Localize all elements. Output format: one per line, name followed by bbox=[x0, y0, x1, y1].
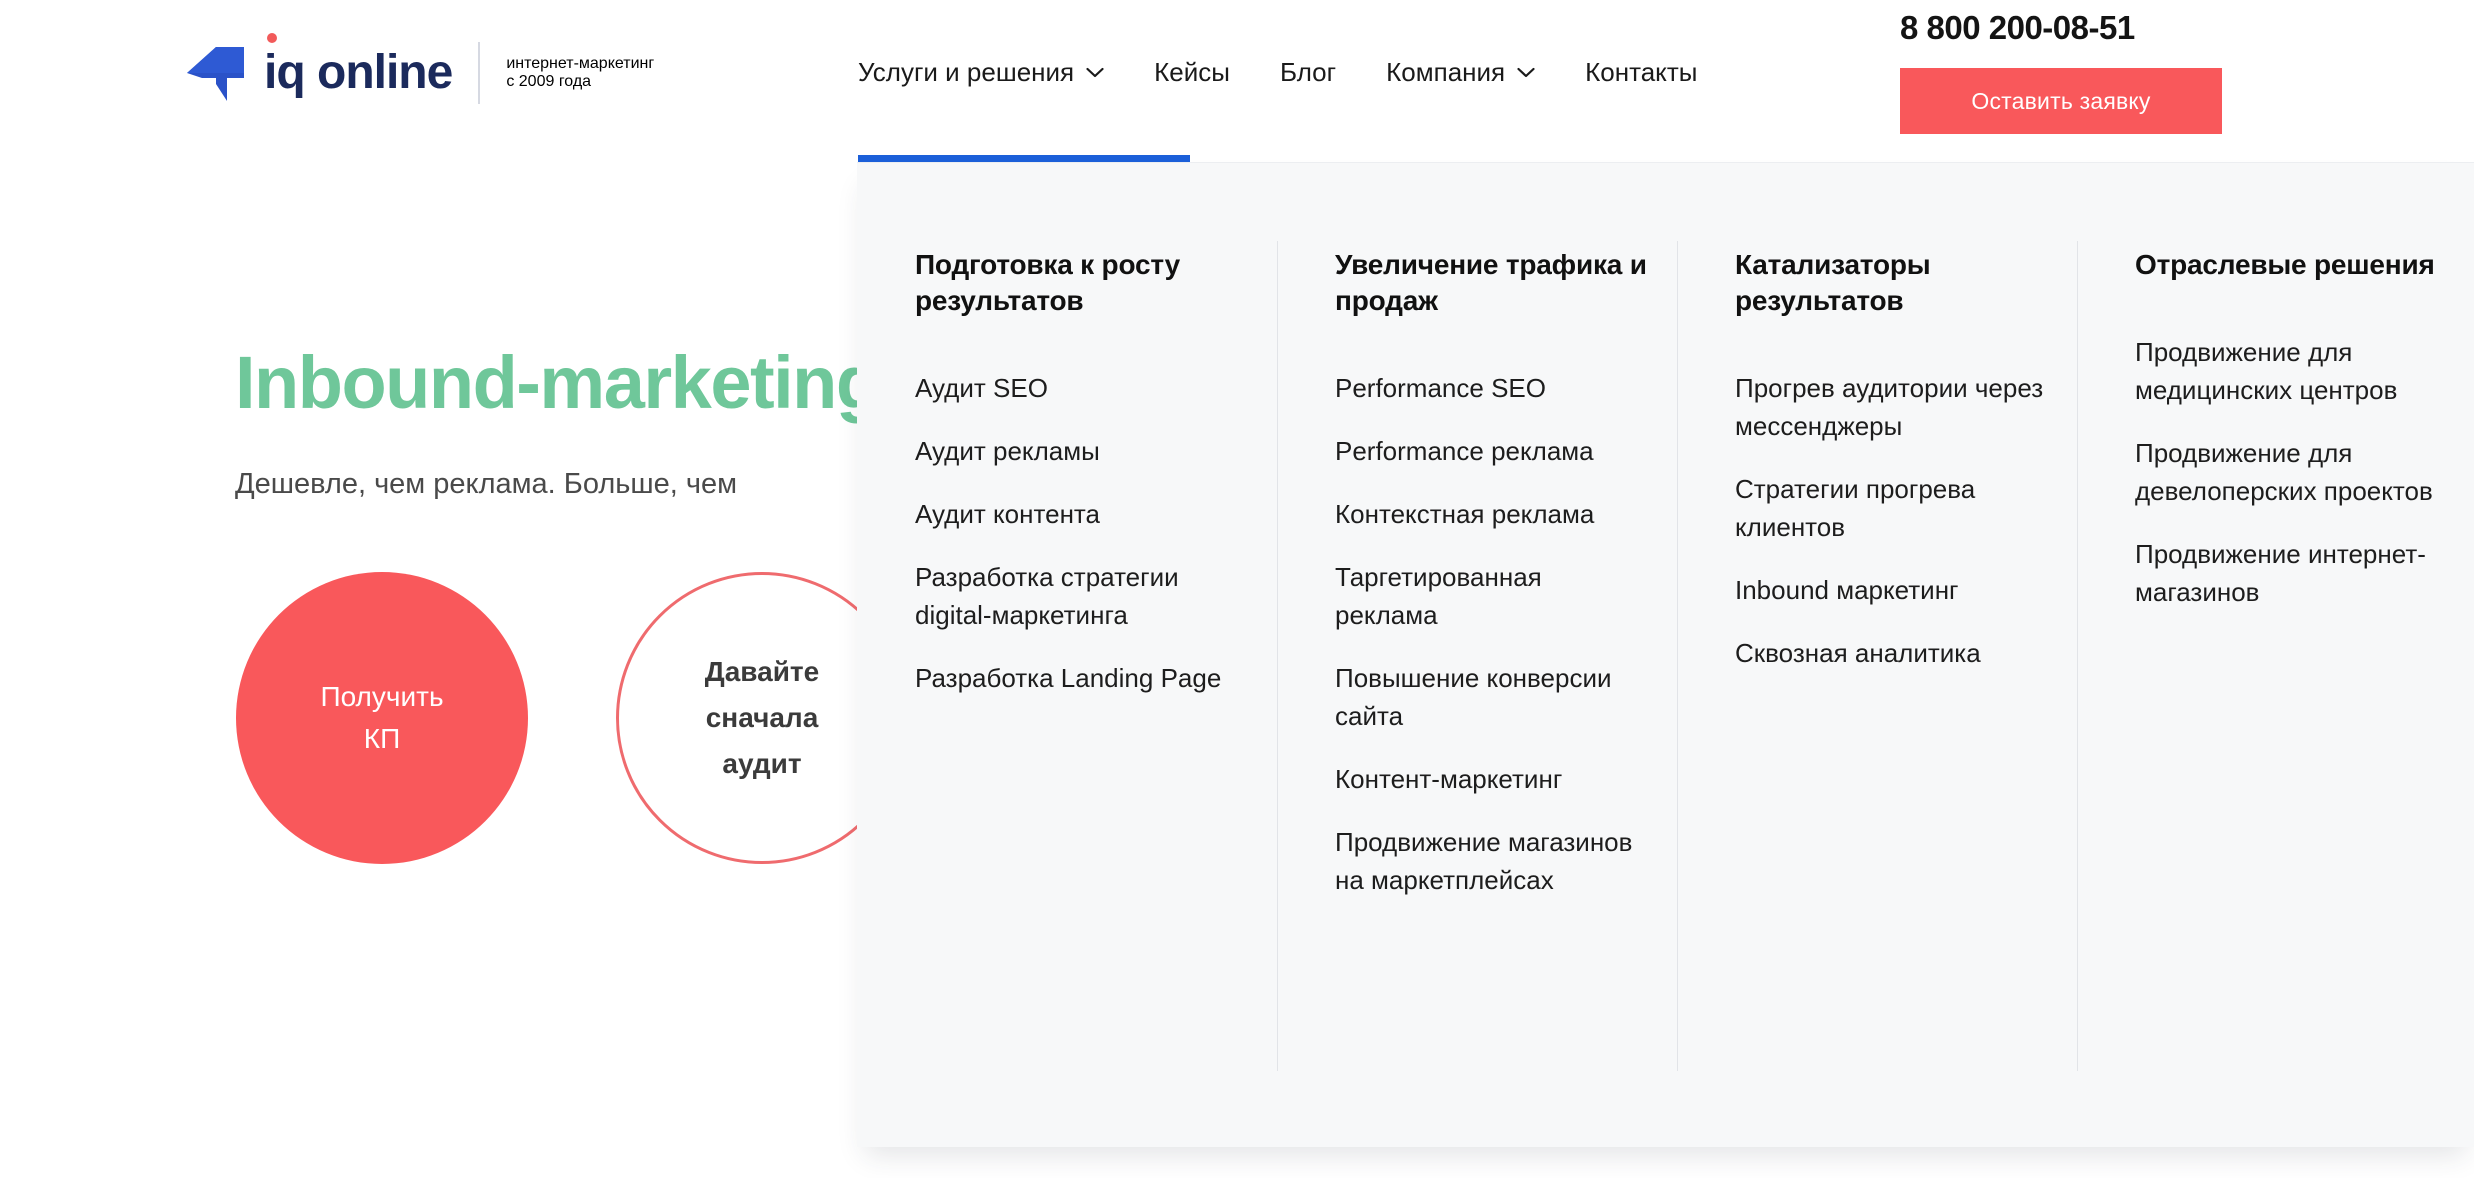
mega-link[interactable]: Повышение конверсии сайта bbox=[1335, 659, 1647, 735]
logo-wordmark: iq online bbox=[264, 33, 453, 99]
mega-link[interactable]: Продвижение для девелоперских проектов bbox=[2135, 434, 2444, 510]
mega-column-traffic: Увеличение трафика и продаж Performance … bbox=[1277, 163, 1677, 1148]
arrow-logo-icon bbox=[187, 47, 244, 101]
mega-column-catalysts: Катализаторы результатов Прогрев аудитор… bbox=[1677, 163, 2077, 1148]
logo-wordmark-text: iq online bbox=[264, 46, 453, 99]
mega-column-title: Отраслевые решения bbox=[2135, 249, 2435, 280]
main-navigation: Услуги и решения Кейсы Блог Компания Кон… bbox=[858, 56, 1747, 88]
mega-link[interactable]: Продвижение интернет-магазинов bbox=[2135, 535, 2444, 611]
header-contact-block: 8 800 200-08-51 Оставить заявку bbox=[1900, 8, 2222, 134]
nav-item-blog-label: Блог bbox=[1279, 57, 1337, 87]
site-logo[interactable]: iq online интернет-маркетинг с 2009 года bbox=[186, 33, 654, 110]
logo-dot-icon bbox=[267, 33, 277, 43]
mega-link[interactable]: Таргетированная реклама bbox=[1335, 558, 1647, 634]
nav-active-indicator bbox=[858, 155, 1190, 162]
nav-item-contacts-label: Контакты bbox=[1585, 57, 1698, 87]
mega-column-links: Прогрев аудитории через мессенджеры Стра… bbox=[1735, 369, 2047, 672]
logo-tagline-line2: с 2009 года bbox=[506, 73, 592, 90]
nav-item-company[interactable]: Компания bbox=[1386, 56, 1535, 88]
mega-column-links: Продвижение для медицинских центров Прод… bbox=[2135, 333, 2444, 611]
mega-column-title: Подготовка к росту результатов bbox=[915, 249, 1180, 316]
hero-title: Inbound-marketing bbox=[235, 341, 881, 424]
mega-column-title: Увеличение трафика и продаж bbox=[1335, 249, 1647, 316]
mega-link[interactable]: Контент-маркетинг bbox=[1335, 760, 1647, 798]
mega-column-links: Аудит SEO Аудит рекламы Аудит контента Р… bbox=[915, 369, 1237, 697]
logo-tagline: интернет-маркетинг с 2009 года bbox=[506, 55, 654, 91]
mega-link[interactable]: Performance реклама bbox=[1335, 432, 1647, 470]
nav-item-services[interactable]: Услуги и решения bbox=[858, 56, 1104, 88]
mega-column-preparation: Подготовка к росту результатов Аудит SEO… bbox=[857, 163, 1277, 1148]
audit-first-label: Давайте сначала аудит bbox=[704, 656, 820, 779]
services-mega-dropdown: Подготовка к росту результатов Аудит SEO… bbox=[857, 162, 2474, 1147]
mega-link[interactable]: Разработка стратегии digital-маркетинга bbox=[915, 558, 1237, 634]
site-header: iq online интернет-маркетинг с 2009 года… bbox=[0, 0, 2474, 162]
mega-column-links: Performance SEO Performance реклама Конт… bbox=[1335, 369, 1647, 899]
hero-subtitle: Дешевле, чем реклама. Больше, чем bbox=[235, 468, 738, 500]
page-root: iq online интернет-маркетинг с 2009 года… bbox=[0, 0, 2474, 1178]
logo-tagline-line1: интернет-маркетинг bbox=[506, 55, 655, 72]
phone-number[interactable]: 8 800 200-08-51 bbox=[1900, 8, 2222, 48]
nav-item-company-label: Компания bbox=[1386, 57, 1506, 87]
mega-link[interactable]: Контекстная реклама bbox=[1335, 495, 1647, 533]
nav-item-contacts[interactable]: Контакты bbox=[1585, 56, 1697, 88]
mega-link[interactable]: Продвижение для медицинских центров bbox=[2135, 333, 2444, 409]
get-proposal-circle-button[interactable]: Получить КП bbox=[236, 572, 528, 864]
mega-column-title: Катализаторы результатов bbox=[1735, 249, 1931, 316]
mega-link[interactable]: Разработка Landing Page bbox=[915, 659, 1237, 697]
logo-divider bbox=[478, 42, 481, 104]
mega-link[interactable]: Performance SEO bbox=[1335, 369, 1647, 407]
leave-request-button[interactable]: Оставить заявку bbox=[1900, 68, 2222, 134]
mega-link[interactable]: Стратегии прогрева клиентов bbox=[1735, 470, 2047, 546]
mega-link[interactable]: Прогрев аудитории через мессенджеры bbox=[1735, 369, 2047, 445]
mega-link[interactable]: Продвижение магазинов на маркетплейсах bbox=[1335, 823, 1647, 899]
nav-item-cases[interactable]: Кейсы bbox=[1154, 56, 1230, 88]
mega-column-industry: Отраслевые решения Продвижение для медиц… bbox=[2077, 163, 2474, 1148]
nav-item-blog[interactable]: Блог bbox=[1280, 56, 1336, 88]
mega-link[interactable]: Сквозная аналитика bbox=[1735, 634, 2047, 672]
mega-link[interactable]: Аудит контента bbox=[915, 495, 1237, 533]
mega-link[interactable]: Аудит SEO bbox=[915, 369, 1237, 407]
hero-section: Inbound-marketing Дешевле, чем реклама. … bbox=[0, 160, 908, 1178]
chevron-down-icon bbox=[1086, 67, 1104, 77]
nav-item-services-label: Услуги и решения bbox=[858, 57, 1075, 87]
get-proposal-label: Получить КП bbox=[320, 681, 444, 754]
mega-link[interactable]: Inbound маркетинг bbox=[1735, 571, 2047, 609]
chevron-down-icon bbox=[1517, 67, 1535, 77]
mega-link[interactable]: Аудит рекламы bbox=[915, 432, 1237, 470]
mega-dropdown-columns: Подготовка к росту результатов Аудит SEO… bbox=[857, 163, 2474, 1148]
nav-item-cases-label: Кейсы bbox=[1154, 57, 1230, 87]
